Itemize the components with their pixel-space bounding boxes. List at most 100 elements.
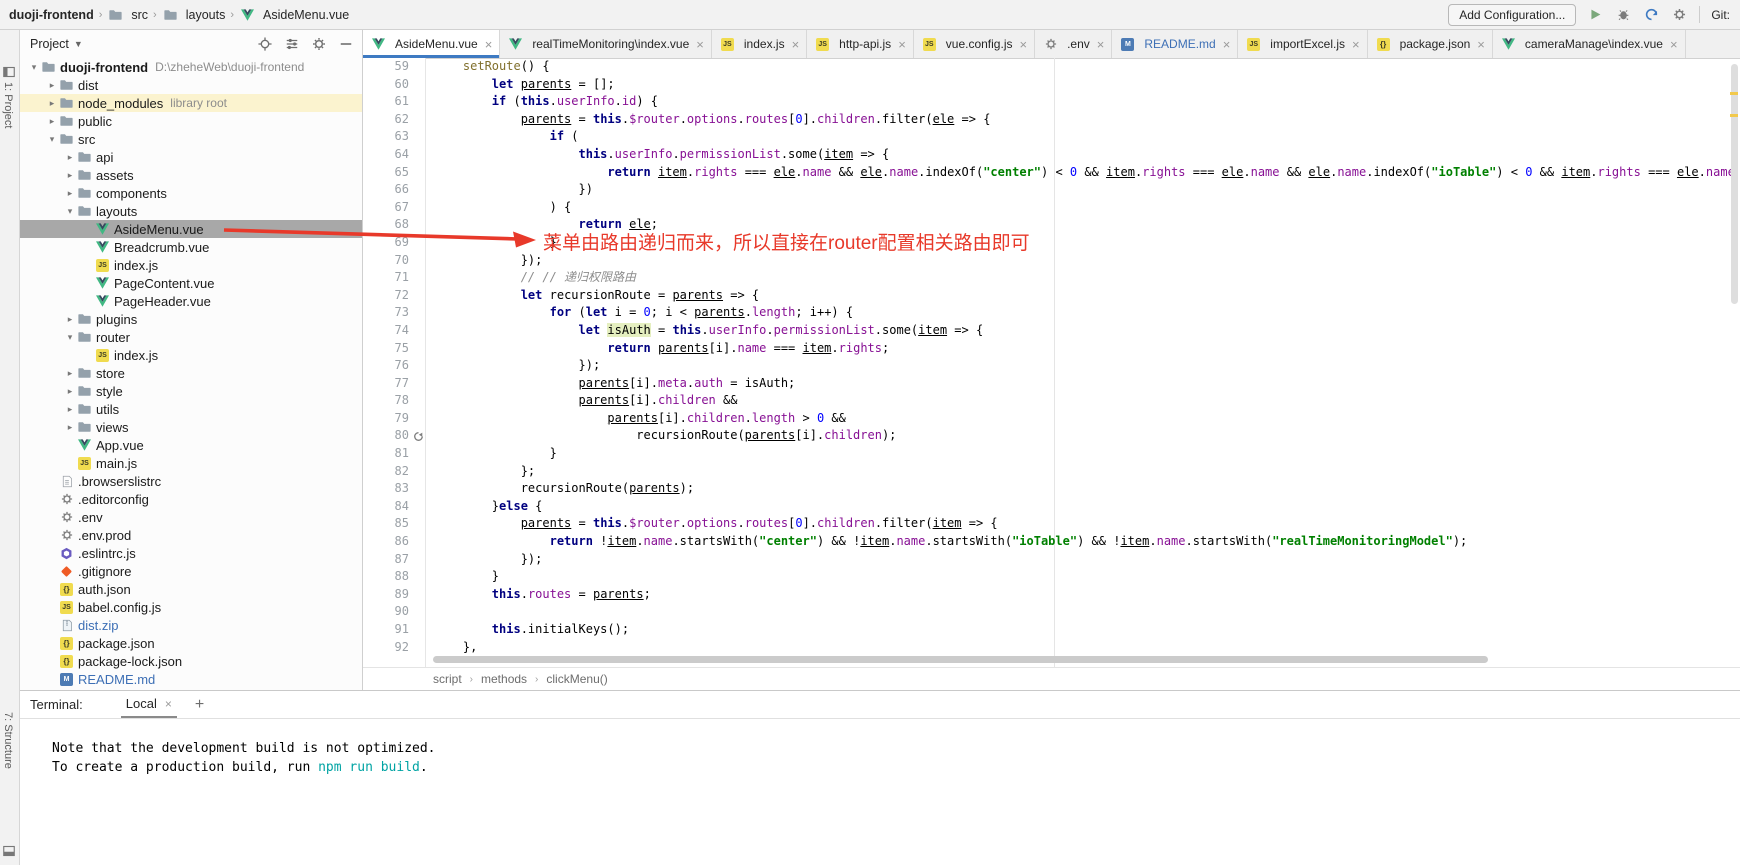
code-line[interactable]: recursionRoute(parents[i].children); <box>434 427 1740 445</box>
line-number[interactable]: 84 <box>363 498 425 516</box>
tree-item-.gitignore[interactable]: .gitignore <box>20 562 362 580</box>
code-line[interactable]: // // 递归权限路由 <box>434 269 1740 287</box>
line-number[interactable]: 70 <box>363 252 425 270</box>
chevron-right-icon[interactable]: ▸ <box>46 98 58 109</box>
tree-item-assets[interactable]: ▸assets <box>20 166 362 184</box>
line-number[interactable]: 86 <box>363 533 425 551</box>
close-icon[interactable]: × <box>1352 38 1360 51</box>
chevron-down-icon[interactable]: ▾ <box>46 134 58 145</box>
code-line[interactable]: }); <box>434 357 1740 375</box>
code-line[interactable]: }); <box>434 551 1740 569</box>
line-number[interactable]: 92 <box>363 639 425 657</box>
code-line[interactable]: let recursionRoute = parents => { <box>434 287 1740 305</box>
tree-item-Breadcrumb.vue[interactable]: Breadcrumb.vue <box>20 238 362 256</box>
code-line[interactable]: parents[i].meta.auth = isAuth; <box>434 375 1740 393</box>
tree-item-README.md[interactable]: MREADME.md <box>20 670 362 688</box>
editor-tab-package.json[interactable]: {}package.json× <box>1368 30 1493 58</box>
terminal-tab-local[interactable]: Local × <box>121 691 177 718</box>
tree-item-auth.json[interactable]: {}auth.json <box>20 580 362 598</box>
tree-item-views[interactable]: ▸views <box>20 418 362 436</box>
add-configuration-button[interactable]: Add Configuration... <box>1448 4 1576 26</box>
tree-item-dist[interactable]: ▸dist <box>20 76 362 94</box>
chevron-right-icon[interactable]: ▸ <box>64 170 76 181</box>
code-line[interactable]: parents[i].children.length > 0 && <box>434 410 1740 428</box>
tree-item-.env[interactable]: .env <box>20 508 362 526</box>
line-number[interactable]: 59 <box>363 58 425 76</box>
code-line[interactable]: parents[i].children && <box>434 392 1740 410</box>
close-icon[interactable]: × <box>792 38 800 51</box>
tree-item-dist.zip[interactable]: dist.zip <box>20 616 362 634</box>
horizontal-scrollbar[interactable] <box>433 656 1488 663</box>
tree-item-PageHeader.vue[interactable]: PageHeader.vue <box>20 292 362 310</box>
line-number[interactable]: 81 <box>363 445 425 463</box>
chevron-down-icon[interactable]: ▾ <box>28 62 40 73</box>
tree-item-utils[interactable]: ▸utils <box>20 400 362 418</box>
line-number[interactable]: 74 <box>363 322 425 340</box>
code-line[interactable]: } <box>434 568 1740 586</box>
code-line[interactable]: if (this.userInfo.id) { <box>434 93 1740 111</box>
line-number[interactable]: 73 <box>363 304 425 322</box>
line-number[interactable]: 88 <box>363 568 425 586</box>
editor-breadcrumb-item[interactable]: clickMenu() <box>546 672 607 686</box>
editor-breadcrumb-item[interactable]: methods <box>481 672 527 686</box>
code-editor[interactable]: 5960616263646566676869707172737475767778… <box>363 58 1740 668</box>
line-number[interactable]: 77 <box>363 375 425 393</box>
project-toolwindow-icon[interactable] <box>3 65 16 78</box>
code-line[interactable]: parents = this.$router.options.routes[0]… <box>434 111 1740 129</box>
close-icon[interactable]: × <box>165 698 172 710</box>
terminal-toolwindow-icon[interactable] <box>3 844 16 857</box>
editor-tab-README.md[interactable]: MREADME.md× <box>1112 30 1238 58</box>
tree-item-store[interactable]: ▸store <box>20 364 362 382</box>
locate-file-icon[interactable] <box>257 36 273 52</box>
line-number[interactable]: 79 <box>363 410 425 428</box>
line-number[interactable]: 65 <box>363 164 425 182</box>
line-number[interactable]: 71 <box>363 269 425 287</box>
tree-item-router[interactable]: ▾router <box>20 328 362 346</box>
tree-item-.eslintrc.js[interactable]: .eslintrc.js <box>20 544 362 562</box>
line-number[interactable]: 63 <box>363 128 425 146</box>
view-options-icon[interactable] <box>284 36 300 52</box>
chevron-right-icon[interactable]: ▸ <box>64 368 76 379</box>
close-icon[interactable]: × <box>898 38 906 51</box>
editor-tab-vue.config.js[interactable]: JSvue.config.js× <box>914 30 1035 58</box>
tree-item-package.json[interactable]: {}package.json <box>20 634 362 652</box>
close-icon[interactable]: × <box>1477 38 1485 51</box>
line-number[interactable]: 89 <box>363 586 425 604</box>
code-line[interactable]: return ele; <box>434 216 1740 234</box>
close-icon[interactable]: × <box>1223 38 1231 51</box>
tree-item-index.js[interactable]: JSindex.js <box>20 346 362 364</box>
project-view-selector[interactable]: Project ▼ <box>30 37 83 51</box>
tree-item-index.js[interactable]: JSindex.js <box>20 256 362 274</box>
terminal-output[interactable]: Note that the development build is not o… <box>20 719 1740 777</box>
chevron-right-icon[interactable]: ▸ <box>46 80 58 91</box>
tree-item-layouts[interactable]: ▾layouts <box>20 202 362 220</box>
close-icon[interactable]: × <box>1097 38 1105 51</box>
editor-breadcrumb-item[interactable]: script <box>433 672 462 686</box>
close-icon[interactable]: × <box>485 38 493 51</box>
line-number[interactable]: 62 <box>363 111 425 129</box>
code-line[interactable]: return parents[i].name === item.rights; <box>434 340 1740 358</box>
line-number[interactable]: 60 <box>363 76 425 94</box>
chevron-right-icon[interactable]: ▸ <box>64 152 76 163</box>
toolwindow-button-project[interactable]: 1: Project <box>2 82 14 128</box>
tree-item-App.vue[interactable]: App.vue <box>20 436 362 454</box>
editor-tab-AsideMenu.vue[interactable]: AsideMenu.vue× <box>363 30 500 58</box>
code-line[interactable]: }); <box>434 252 1740 270</box>
code-line[interactable]: this.routes = parents; <box>434 586 1740 604</box>
tree-item-.env.prod[interactable]: .env.prod <box>20 526 362 544</box>
code-line[interactable]: }, <box>434 639 1740 657</box>
editor-tab-cameraManage\index.vue[interactable]: cameraManage\index.vue× <box>1493 30 1686 58</box>
editor-tab-realTimeMonitoring\index.vue[interactable]: realTimeMonitoring\index.vue× <box>500 30 712 58</box>
chevron-down-icon[interactable]: ▾ <box>64 206 76 217</box>
chevron-right-icon[interactable]: ▸ <box>64 386 76 397</box>
line-number[interactable]: 80 <box>363 427 425 445</box>
breadcrumb-item[interactable]: AsideMenu.vue <box>239 8 349 22</box>
chevron-right-icon[interactable]: ▸ <box>64 404 76 415</box>
run-icon[interactable] <box>1587 6 1604 23</box>
line-number[interactable]: 90 <box>363 603 425 621</box>
settings-gear-icon[interactable] <box>1671 6 1688 23</box>
chevron-down-icon[interactable]: ▾ <box>64 332 76 343</box>
line-number[interactable]: 83 <box>363 480 425 498</box>
code-line[interactable]: }else { <box>434 498 1740 516</box>
tree-item-duoji-frontend[interactable]: ▾duoji-frontendD:\zheheWeb\duoji-fronten… <box>20 58 362 76</box>
